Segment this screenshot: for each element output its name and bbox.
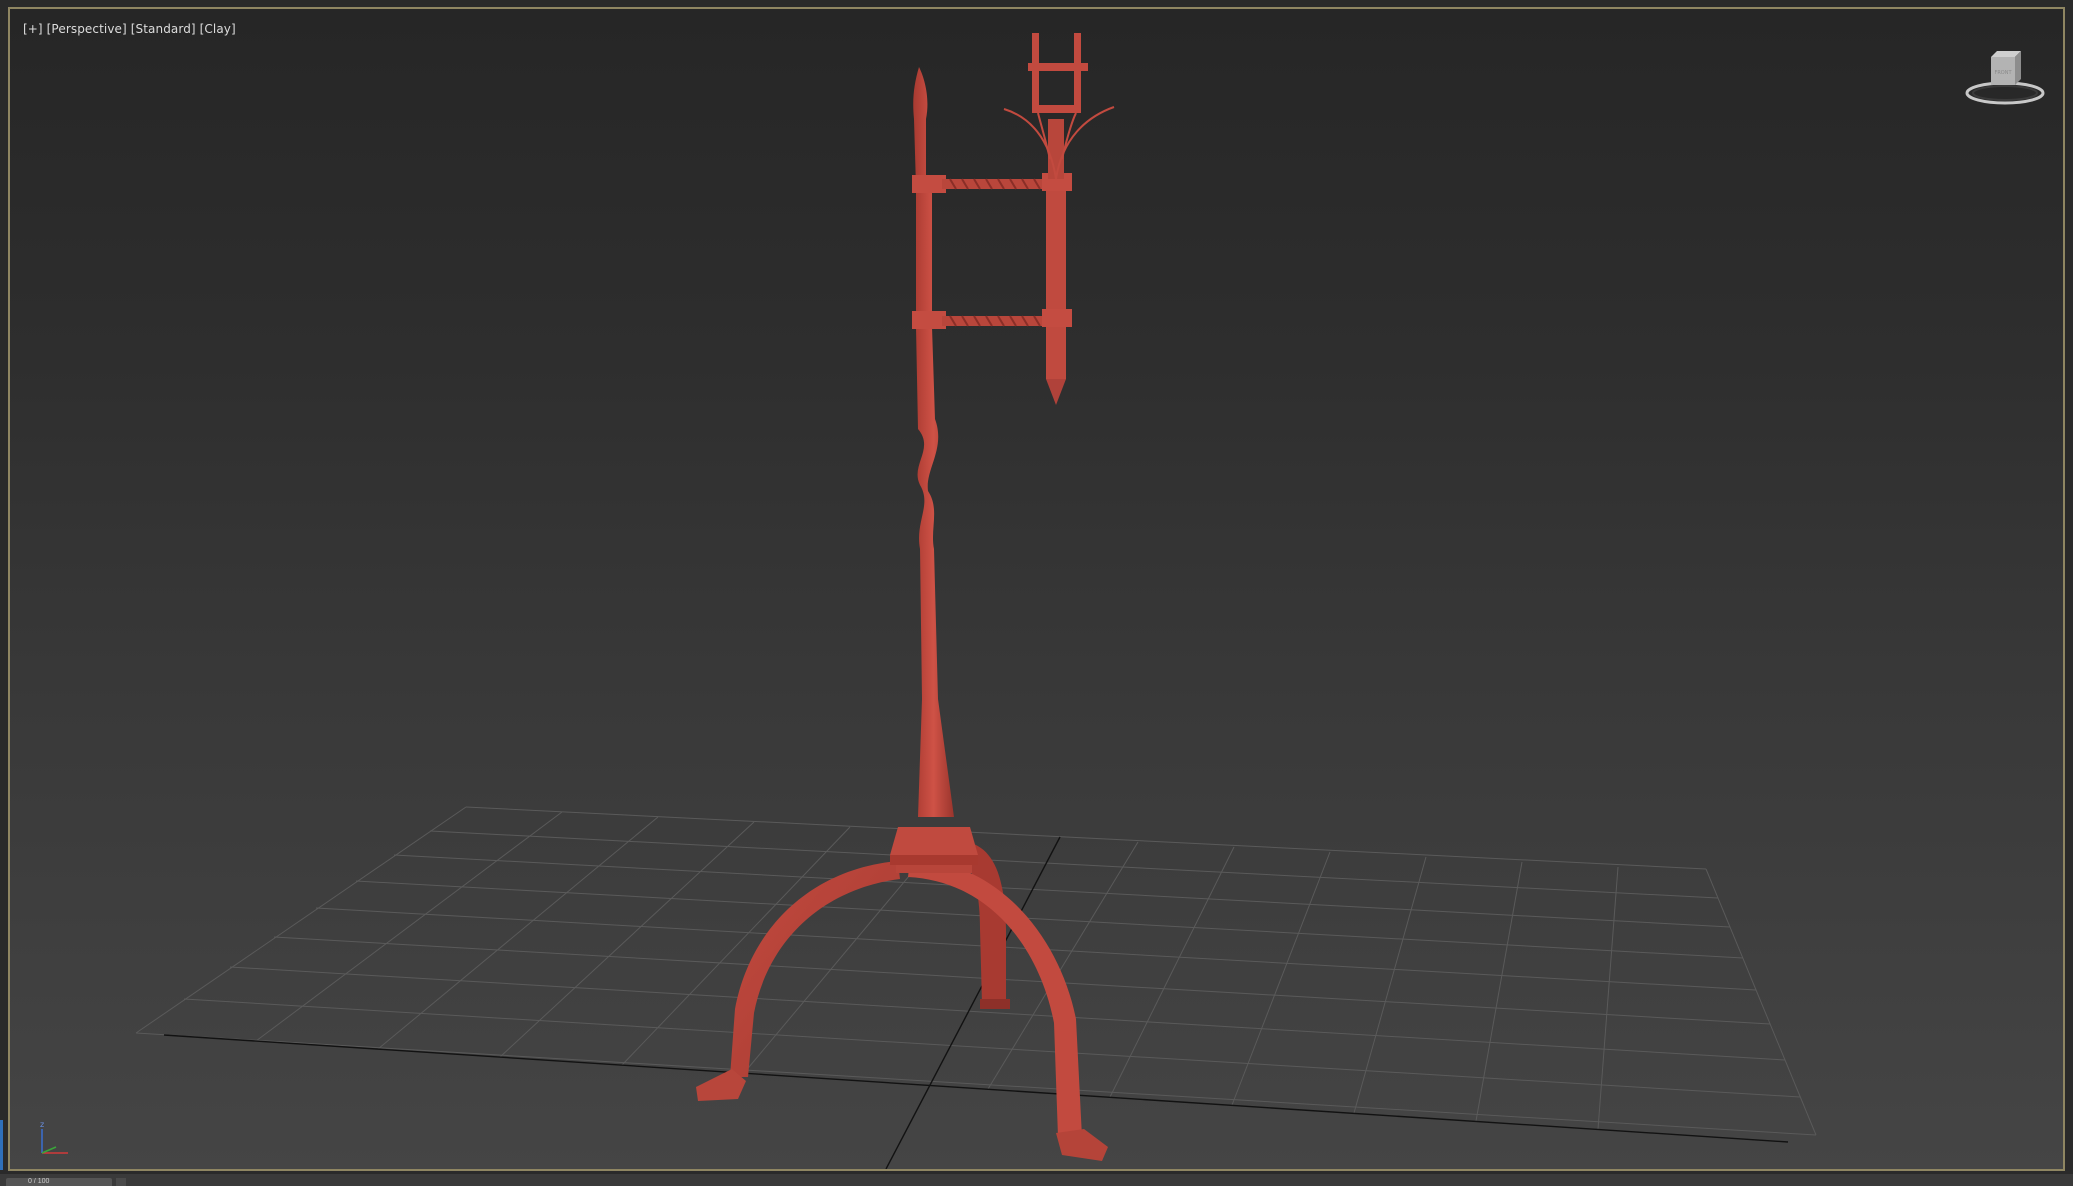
time-slider-strip [0, 1174, 2073, 1186]
viewcube-face-label: FRONT [1994, 70, 2012, 76]
time-slider-tab[interactable]: 0 / 100 [6, 1178, 112, 1186]
time-slider-next[interactable] [116, 1178, 126, 1186]
base-block[interactable] [890, 827, 978, 873]
twisted-bar-upper[interactable] [942, 178, 1054, 190]
twisted-bar-lower[interactable] [942, 315, 1054, 327]
candle-stand-model[interactable] [696, 33, 1115, 1161]
viewport-menu-plus[interactable]: [+] [23, 22, 43, 36]
viewport-render-mode[interactable]: [Standard] [131, 22, 196, 36]
axis-tripod-icon: z [40, 1120, 68, 1154]
gizmo-z-label: z [40, 1120, 44, 1129]
candle-holder-pole[interactable] [1042, 119, 1072, 405]
viewport-point-of-view[interactable]: [Perspective] [47, 22, 127, 36]
max-application: [+] [Perspective] [Standard] [Clay] FRON… [0, 0, 2073, 1186]
candle-cup[interactable] [1028, 33, 1088, 113]
viewport-label[interactable]: [+] [Perspective] [Standard] [Clay] [23, 22, 236, 36]
left-panel-edge [0, 1120, 3, 1170]
left-leg[interactable] [730, 861, 900, 1077]
perspective-viewport[interactable]: [+] [Perspective] [Standard] [Clay] FRON… [8, 7, 2065, 1171]
viewcube-box-icon[interactable]: FRONT [1991, 51, 2021, 85]
viewcube[interactable]: FRONT [1961, 45, 2049, 115]
viewport-shading-mode[interactable]: [Clay] [200, 22, 236, 36]
viewport-scene[interactable] [10, 9, 2063, 1169]
